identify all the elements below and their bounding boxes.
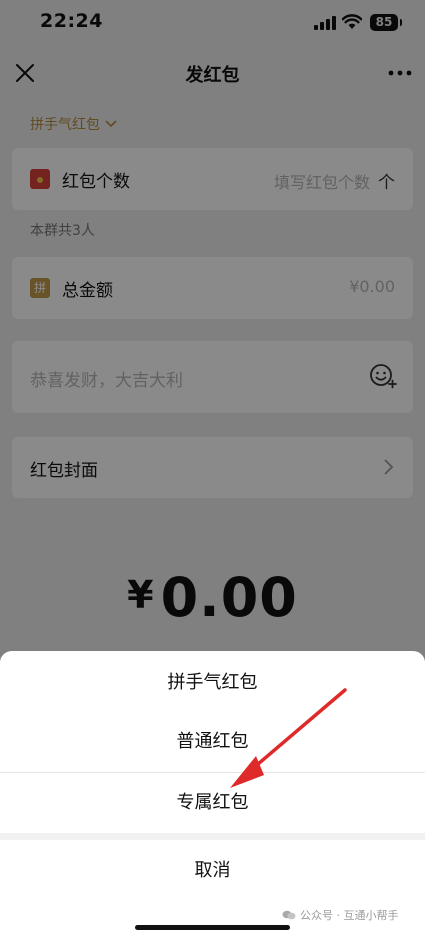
watermark-text: 公众号 · 互通小帮手 [300,909,399,922]
watermark: 公众号 · 互通小帮手 [282,907,399,923]
cancel-button[interactable]: 取消 [0,840,425,902]
wechat-icon [282,910,296,920]
option-normal-packet[interactable]: 普通红包 [0,712,425,772]
packet-type-sheet: 拼手气红包 普通红包 专属红包 取消 [0,651,425,936]
home-indicator [135,925,290,930]
option-lucky-packet[interactable]: 拼手气红包 [0,653,425,713]
option-exclusive-packet[interactable]: 专属红包 [0,772,425,833]
